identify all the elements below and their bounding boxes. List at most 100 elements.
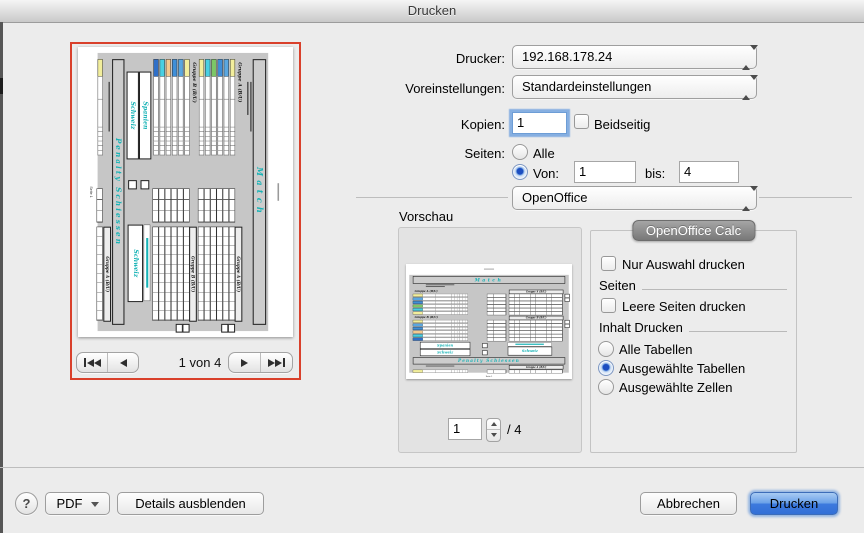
pages-from-input[interactable]: 1 [574,161,636,183]
preview-grid [487,312,507,316]
preview-table-row [413,308,468,311]
preview-table-row [413,370,468,373]
page-nav-back-group [76,352,139,373]
preview-grid [183,188,189,222]
preview-team-spanien: Spanien [139,72,151,160]
preview-table-row [199,59,204,155]
preview-grid [171,227,177,321]
calc-options-panel: OpenOffice Calc Nur Auswahl drucken Seit… [590,230,797,453]
preview-table-row [224,59,229,155]
vorschau-label: Vorschau [399,209,453,224]
next-page-button[interactable] [229,353,260,372]
first-page-button[interactable] [77,353,107,372]
stepper-down-icon [491,433,497,437]
preview-table-row [218,59,223,155]
presets-popup[interactable]: Standardeinstellungen [512,75,757,99]
last-page-button[interactable] [260,353,292,372]
popup-arrows-icon [742,191,750,205]
pdf-dropdown-arrow-icon [91,502,99,507]
print-preview-pane: Match Gruppe A (B/U) Gruppe A (B/U) Grup… [70,42,301,380]
preview-table-row [211,59,216,155]
selected-cells-radio[interactable] [598,379,614,395]
copies-input[interactable]: 1 [512,112,567,134]
hide-details-button[interactable]: Details ausblenden [117,492,264,515]
pages-all-radio[interactable] [512,144,528,160]
preview-table-row [230,59,235,155]
presets-popup-value: Standardeinstellungen [522,76,651,97]
duplex-label: Beidseitig [594,117,650,132]
vorschau-page-input[interactable]: 1 [448,418,482,440]
preview-table-row [413,334,468,337]
stepper-down-button[interactable] [487,429,500,440]
preview-grid [177,227,183,321]
preview-grid [509,370,563,374]
print-preview-page: Match Gruppe A (B/U) Gruppe A (B/U) Grup… [86,47,286,337]
all-tables-radio[interactable] [598,341,614,357]
preview-grid [210,227,216,321]
preview-grid [223,227,229,321]
pages-to-input[interactable]: 4 [679,161,739,183]
preview-grid [97,227,103,321]
vorschau-page-total: / 4 [507,422,521,437]
selected-tables-radio[interactable] [598,360,614,376]
print-preview-page: Match Gruppe A (B/U) Gruppe A (B/U) Grup… [406,265,572,379]
preview-grid [223,188,229,222]
preview-team-schweiz-right: Schweiz [128,225,144,303]
preview-grid [487,370,507,374]
printer-popup[interactable]: 192.168.178.24 [512,45,757,69]
printer-popup-value: 192.168.178.24 [522,46,612,67]
popup-arrows-icon [742,50,750,64]
pages-from-label: Von: [533,166,559,181]
pdf-menu-button[interactable]: PDF [45,492,110,515]
prev-arrow-icon [120,359,127,367]
preview-table-row [413,301,468,304]
pages-range-radio[interactable] [512,164,528,180]
previous-page-button[interactable] [107,353,138,372]
background-window-mark [0,78,3,94]
duplex-checkbox[interactable] [574,114,589,129]
preview-group-label: Gruppe B (B/U) [415,316,438,319]
preview-grid [152,188,158,222]
preview-paper-large: Match Gruppe A (B/U) Gruppe A (B/U) Grup… [78,47,293,337]
preview-grid [198,227,204,321]
preview-grid [487,338,507,342]
preview-table-row [413,320,468,323]
preview-page-footer: Seite 1 [406,376,572,378]
print-button[interactable]: Drucken [750,492,838,515]
background-window-edge [0,22,3,533]
preview-small-holder: Match Gruppe A (B/U) Gruppe A (B/U) Grup… [406,265,572,379]
preview-grid [198,188,204,222]
app-section-popup[interactable]: OpenOffice [512,186,757,210]
preview-title-penalty: Penalty Schiessen [112,59,124,325]
preview-table-row [153,59,158,155]
next-arrow-icon [241,359,248,367]
help-button[interactable]: ? [15,492,38,515]
preview-grid [229,188,235,222]
preview-page-footer: Seite 1 [89,47,93,337]
preview-grid [217,227,223,321]
cancel-button[interactable]: Abbrechen [640,492,737,515]
print-empty-pages-checkbox[interactable] [601,298,616,313]
section-separator-right [759,197,852,198]
print-selection-checkbox[interactable] [601,256,616,271]
preview-title-match: Match [253,59,266,325]
vorschau-page-stepper[interactable] [486,418,501,442]
pages-all-label: Alle [533,146,555,161]
preview-team-schweiz: Schweiz [420,349,470,356]
preview-table-row [413,327,468,330]
preview-title-match: Match [413,276,565,284]
preview-table-row [98,59,103,155]
preview-group-label: Gruppe A (B/U) [237,62,242,102]
preview-grid [159,188,165,222]
app-section-popup-value: OpenOffice [522,187,588,208]
content-group-label: Inhalt Drucken [599,320,683,335]
preview-table-row [166,59,171,155]
preview-large-holder: Match Gruppe A (B/U) Gruppe A (B/U) Grup… [86,47,286,337]
window-titlebar: Drucken [0,0,864,23]
preview-team-spanien: Spanien [420,342,470,349]
pages-to-label: bis: [645,166,665,181]
preview-header-text [278,183,280,201]
selected-cells-label: Ausgewählte Zellen [619,380,732,395]
preview-group-header: Gruppe A (B/U) [235,227,243,322]
stepper-up-button[interactable] [487,419,500,429]
